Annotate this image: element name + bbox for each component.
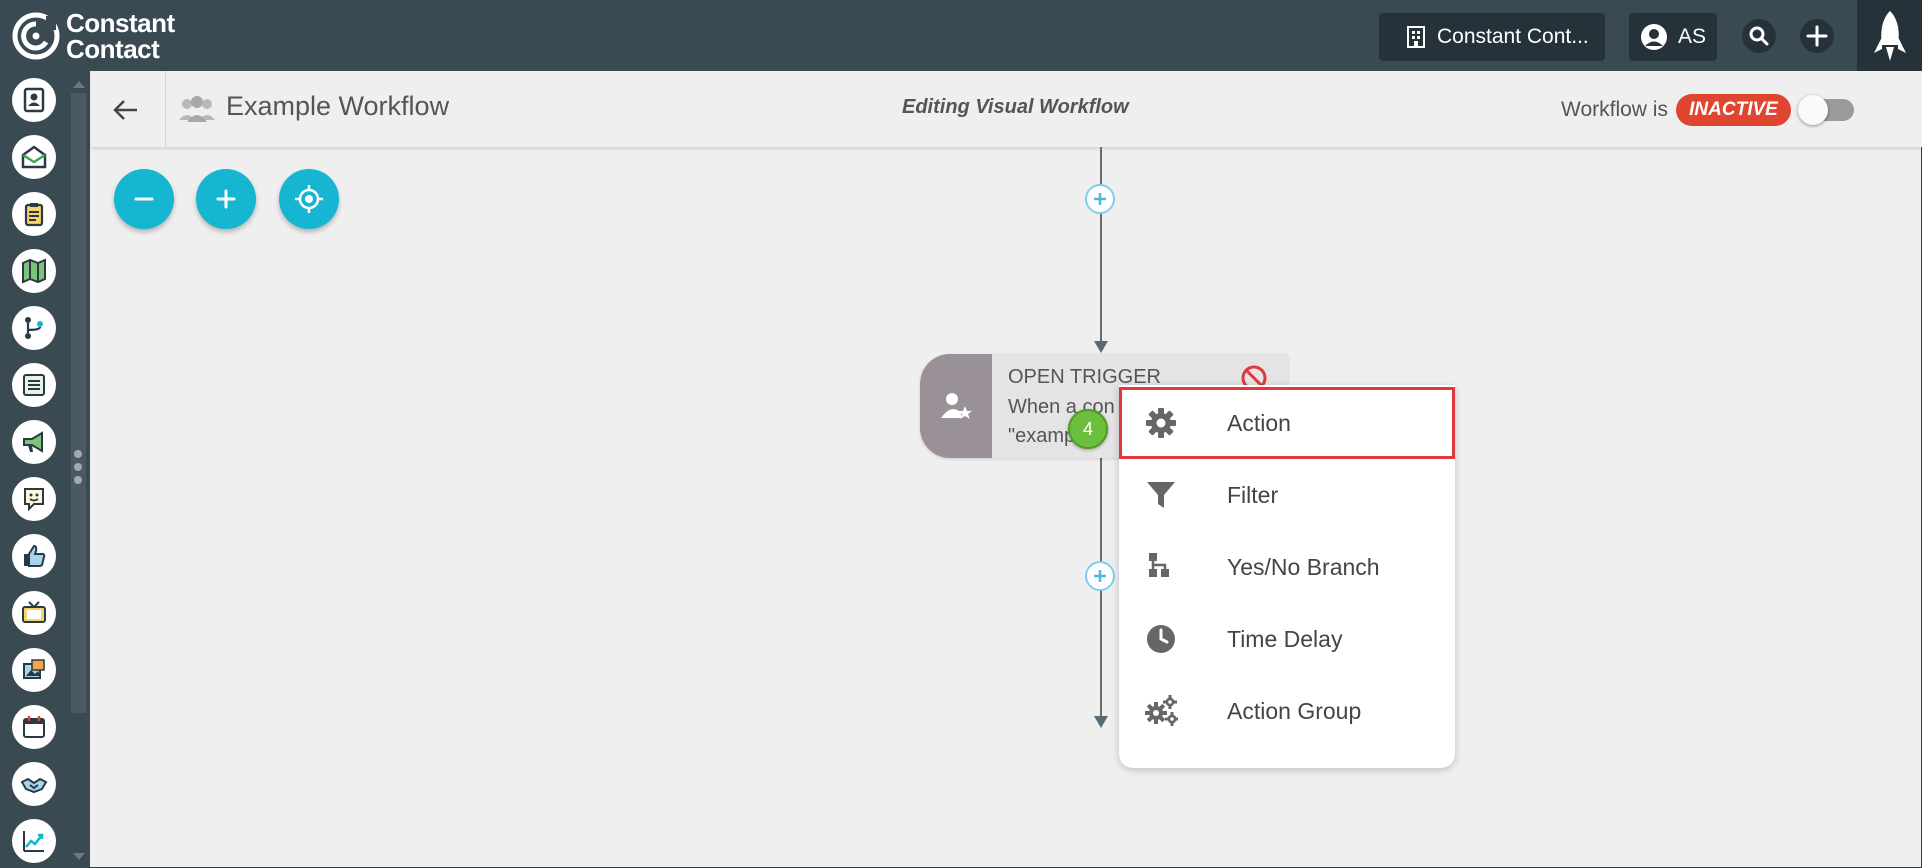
workflow-title: Example Workflow bbox=[226, 91, 450, 121]
zoom-in-button[interactable] bbox=[196, 169, 256, 229]
email-icon bbox=[21, 145, 47, 169]
plus-icon bbox=[1094, 570, 1106, 582]
menu-item-label: Filter bbox=[1227, 481, 1279, 508]
filter-icon bbox=[1143, 477, 1179, 513]
media-icon bbox=[23, 659, 45, 679]
menu-item-action-group[interactable]: Action Group bbox=[1119, 675, 1455, 747]
sidebar-item-contacts[interactable] bbox=[12, 78, 56, 122]
add-step-node-top[interactable] bbox=[1085, 184, 1115, 214]
scroll-down-arrow-icon[interactable] bbox=[73, 853, 85, 860]
header-divider bbox=[165, 71, 166, 147]
user-star-icon bbox=[941, 393, 972, 419]
gear-icon bbox=[1143, 405, 1179, 441]
brand-wordmark: Constant Contact bbox=[66, 10, 175, 62]
left-sidebar bbox=[0, 71, 67, 868]
menu-item-label: Time Delay bbox=[1227, 625, 1343, 652]
trigger-description-line-2: "examp bbox=[1008, 425, 1076, 447]
top-bar: Constant Contact Constant Cont... AS bbox=[0, 0, 1922, 71]
menu-item-time-delay[interactable]: Time Delay bbox=[1119, 603, 1455, 675]
organization-button[interactable]: Constant Cont... bbox=[1379, 13, 1605, 61]
sidebar-item-events[interactable] bbox=[12, 705, 56, 749]
search-icon bbox=[1749, 26, 1769, 46]
sidebar-item-campaigns[interactable] bbox=[12, 420, 56, 464]
sidebar-item-forms[interactable] bbox=[12, 192, 56, 236]
branch-icon bbox=[1143, 549, 1179, 585]
sidebar-item-images[interactable] bbox=[12, 648, 56, 692]
sidebar-item-workflows[interactable] bbox=[12, 306, 56, 350]
reports-icon bbox=[23, 831, 44, 852]
user-initials: AS bbox=[1677, 25, 1706, 48]
trigger-icon-area bbox=[920, 354, 992, 458]
menu-item-label: Action Group bbox=[1227, 697, 1362, 724]
workflow-status-label: Workflow is bbox=[1561, 98, 1668, 121]
menu-item-filter[interactable]: Filter bbox=[1119, 459, 1455, 531]
gears-icon bbox=[1143, 693, 1179, 729]
back-arrow-icon[interactable] bbox=[111, 95, 141, 125]
minus-icon bbox=[134, 197, 154, 201]
connector-line-top bbox=[1100, 147, 1102, 342]
menu-item-action[interactable]: Action bbox=[1119, 387, 1455, 459]
recenter-button[interactable] bbox=[279, 169, 339, 229]
building-icon bbox=[1407, 26, 1425, 48]
scroll-up-arrow-icon[interactable] bbox=[73, 81, 85, 88]
sidebar-item-reports[interactable] bbox=[12, 819, 56, 863]
menu-item-label: Action bbox=[1227, 409, 1291, 436]
workflow-icon bbox=[25, 317, 43, 339]
menu-item-yes-no-branch[interactable]: Yes/No Branch bbox=[1119, 531, 1455, 603]
brand-line-2: Contact bbox=[66, 34, 160, 64]
editing-mode-label: Editing Visual Workflow bbox=[902, 96, 1129, 118]
toggle-knob bbox=[1798, 95, 1828, 125]
handshake-icon bbox=[20, 777, 48, 794]
tv-icon bbox=[22, 601, 46, 623]
rocket-icon bbox=[1873, 10, 1906, 61]
group-icon bbox=[179, 96, 215, 122]
sidebar-item-media[interactable] bbox=[12, 591, 56, 635]
sidebar-item-social[interactable] bbox=[12, 534, 56, 578]
sidebar-item-lists[interactable] bbox=[12, 363, 56, 407]
sidebar-item-surveys[interactable] bbox=[12, 477, 56, 521]
connector-arrow-icon bbox=[1094, 341, 1108, 353]
user-menu-button[interactable]: AS bbox=[1629, 13, 1717, 61]
crosshair-icon bbox=[295, 185, 323, 213]
feedback-icon bbox=[24, 488, 44, 512]
map-icon bbox=[22, 258, 46, 284]
scroll-thumb[interactable] bbox=[71, 93, 86, 713]
step-number-badge: 4 bbox=[1068, 409, 1108, 449]
workflow-active-toggle[interactable] bbox=[1798, 95, 1854, 125]
menu-item-label: Yes/No Branch bbox=[1227, 553, 1380, 580]
add-step-menu: Action Filter Yes/No Branch Time Delay A… bbox=[1119, 385, 1455, 768]
search-button[interactable] bbox=[1742, 19, 1776, 53]
sidebar-item-partners[interactable] bbox=[12, 762, 56, 806]
sidebar-item-map[interactable] bbox=[12, 249, 56, 293]
contacts-icon bbox=[23, 87, 45, 113]
organization-label: Constant Cont... bbox=[1437, 25, 1589, 48]
calendar-icon bbox=[23, 716, 45, 738]
user-avatar-icon bbox=[1640, 24, 1667, 50]
clock-icon bbox=[1143, 621, 1179, 657]
thumbs-up-icon bbox=[24, 544, 46, 567]
brand-line-1: Constant bbox=[66, 8, 175, 38]
plus-icon bbox=[1806, 25, 1828, 47]
list-icon bbox=[23, 374, 45, 396]
status-badge: INACTIVE bbox=[1676, 94, 1791, 126]
plus-icon bbox=[216, 189, 236, 209]
plus-icon bbox=[1094, 193, 1106, 205]
sidebar-item-email[interactable] bbox=[12, 135, 56, 179]
brand-logo[interactable]: Constant Contact bbox=[12, 10, 175, 62]
zoom-out-button[interactable] bbox=[114, 169, 174, 229]
clipboard-icon bbox=[24, 203, 44, 227]
sidebar-resize-handle[interactable] bbox=[74, 450, 82, 489]
constant-contact-logo-icon bbox=[12, 12, 60, 60]
workflow-header: Example Workflow Editing Visual Workflow… bbox=[91, 71, 1922, 147]
megaphone-icon bbox=[23, 431, 43, 453]
launch-button[interactable] bbox=[1857, 0, 1922, 71]
create-button[interactable] bbox=[1800, 19, 1834, 53]
add-step-node-bottom[interactable] bbox=[1085, 561, 1115, 591]
connector-arrow-icon bbox=[1094, 716, 1108, 728]
